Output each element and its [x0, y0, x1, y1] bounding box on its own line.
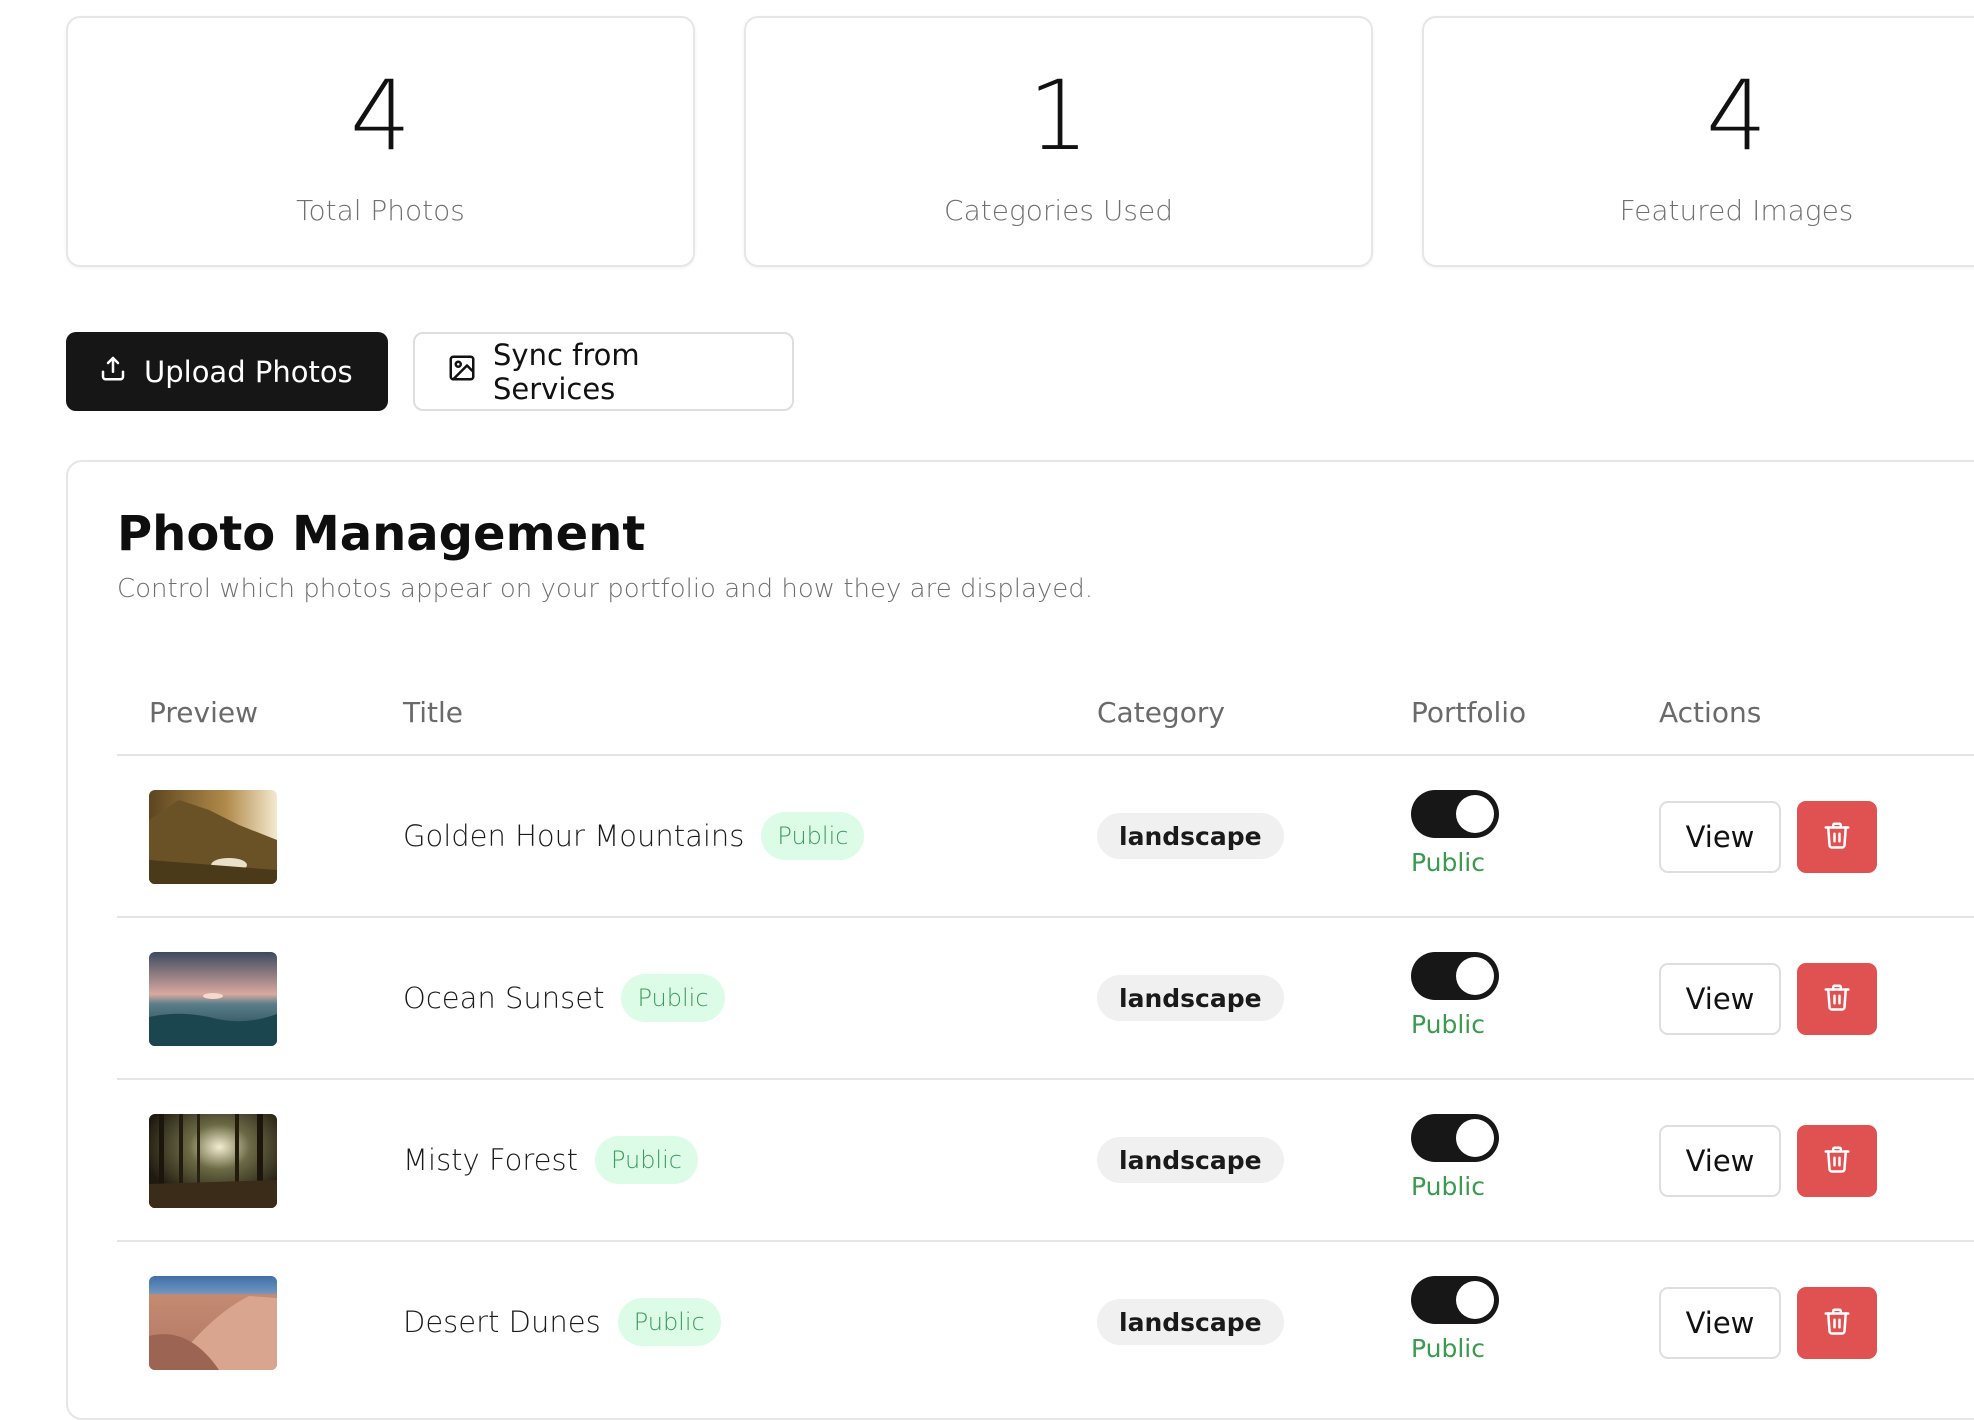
- portfolio-toggle[interactable]: [1411, 1114, 1499, 1162]
- category-badge: landscape: [1097, 975, 1284, 1021]
- delete-button[interactable]: [1797, 1287, 1877, 1359]
- table-row: Ocean Sunset Public landscape Public Vie…: [117, 918, 1974, 1080]
- header-preview: Preview: [149, 696, 258, 729]
- toggle-knob: [1456, 795, 1494, 833]
- portfolio-status: Public: [1411, 1010, 1485, 1039]
- photos-table: Preview Title Category Portfolio Actions…: [117, 672, 1974, 1404]
- photo-management-panel: Photo Management Control which photos ap…: [66, 460, 1974, 1420]
- portfolio-status: Public: [1411, 848, 1485, 877]
- upload-icon: [98, 353, 128, 390]
- portfolio-toggle[interactable]: [1411, 952, 1499, 1000]
- photo-thumbnail[interactable]: [149, 1114, 277, 1208]
- photo-thumbnail[interactable]: [149, 952, 277, 1046]
- table-row: Golden Hour Mountains Public landscape P…: [117, 756, 1974, 918]
- panel-title: Photo Management: [117, 506, 646, 562]
- category-badge: landscape: [1097, 1299, 1284, 1345]
- trash-icon: [1822, 820, 1852, 854]
- stat-label: Total Photos: [296, 194, 465, 227]
- portfolio-toggle[interactable]: [1411, 790, 1499, 838]
- title-cell: Ocean Sunset Public: [403, 974, 725, 1022]
- delete-button[interactable]: [1797, 963, 1877, 1035]
- stat-card-total-photos: 4 Total Photos: [66, 16, 695, 267]
- visibility-badge: Public: [761, 812, 865, 860]
- toggle-knob: [1456, 1281, 1494, 1319]
- view-button[interactable]: View: [1659, 801, 1781, 873]
- stat-value: 4: [349, 60, 412, 172]
- image-icon: [447, 353, 477, 390]
- view-button[interactable]: View: [1659, 963, 1781, 1035]
- toolbar: Upload Photos Sync from Services: [66, 332, 794, 411]
- portfolio-toggle[interactable]: [1411, 1276, 1499, 1324]
- header-actions: Actions: [1659, 696, 1762, 729]
- title-cell: Misty Forest Public: [403, 1136, 698, 1184]
- photo-title: Misty Forest: [403, 1143, 578, 1177]
- upload-photos-button[interactable]: Upload Photos: [66, 332, 388, 411]
- toggle-knob: [1456, 957, 1494, 995]
- stat-value: 1: [1027, 60, 1090, 172]
- panel-subtitle: Control which photos appear on your port…: [117, 574, 1094, 604]
- delete-button[interactable]: [1797, 1125, 1877, 1197]
- stat-label: Categories Used: [944, 194, 1173, 227]
- table-row: Misty Forest Public landscape Public Vie…: [117, 1080, 1974, 1242]
- title-cell: Desert Dunes Public: [403, 1298, 721, 1346]
- toggle-knob: [1456, 1119, 1494, 1157]
- portfolio-status: Public: [1411, 1334, 1485, 1363]
- stat-value: 4: [1705, 60, 1768, 172]
- view-button[interactable]: View: [1659, 1287, 1781, 1359]
- table-header: Preview Title Category Portfolio Actions: [117, 672, 1974, 756]
- header-portfolio: Portfolio: [1411, 696, 1527, 729]
- visibility-badge: Public: [594, 1136, 698, 1184]
- trash-icon: [1822, 1144, 1852, 1178]
- category-badge: landscape: [1097, 813, 1284, 859]
- photo-title: Desert Dunes: [403, 1305, 601, 1339]
- stat-label: Featured Images: [1619, 194, 1854, 227]
- title-cell: Golden Hour Mountains Public: [403, 812, 865, 860]
- portfolio-status: Public: [1411, 1172, 1485, 1201]
- sync-from-services-button[interactable]: Sync from Services: [413, 332, 794, 411]
- photo-thumbnail[interactable]: [149, 790, 277, 884]
- header-title: Title: [403, 696, 464, 729]
- photo-title: Golden Hour Mountains: [403, 819, 745, 853]
- trash-icon: [1822, 1306, 1852, 1340]
- view-button[interactable]: View: [1659, 1125, 1781, 1197]
- stat-card-featured-images: 4 Featured Images: [1422, 16, 1974, 267]
- photo-thumbnail[interactable]: [149, 1276, 277, 1370]
- visibility-badge: Public: [621, 974, 725, 1022]
- header-category: Category: [1097, 696, 1225, 729]
- stat-card-categories-used: 1 Categories Used: [744, 16, 1373, 267]
- table-row: Desert Dunes Public landscape Public Vie…: [117, 1242, 1974, 1404]
- visibility-badge: Public: [617, 1298, 721, 1346]
- delete-button[interactable]: [1797, 801, 1877, 873]
- trash-icon: [1822, 982, 1852, 1016]
- upload-photos-label: Upload Photos: [144, 354, 353, 389]
- stats-row: 4 Total Photos 1 Categories Used 4 Featu…: [66, 16, 1974, 267]
- sync-from-services-label: Sync from Services: [493, 337, 640, 406]
- photo-title: Ocean Sunset: [403, 981, 605, 1015]
- category-badge: landscape: [1097, 1137, 1284, 1183]
